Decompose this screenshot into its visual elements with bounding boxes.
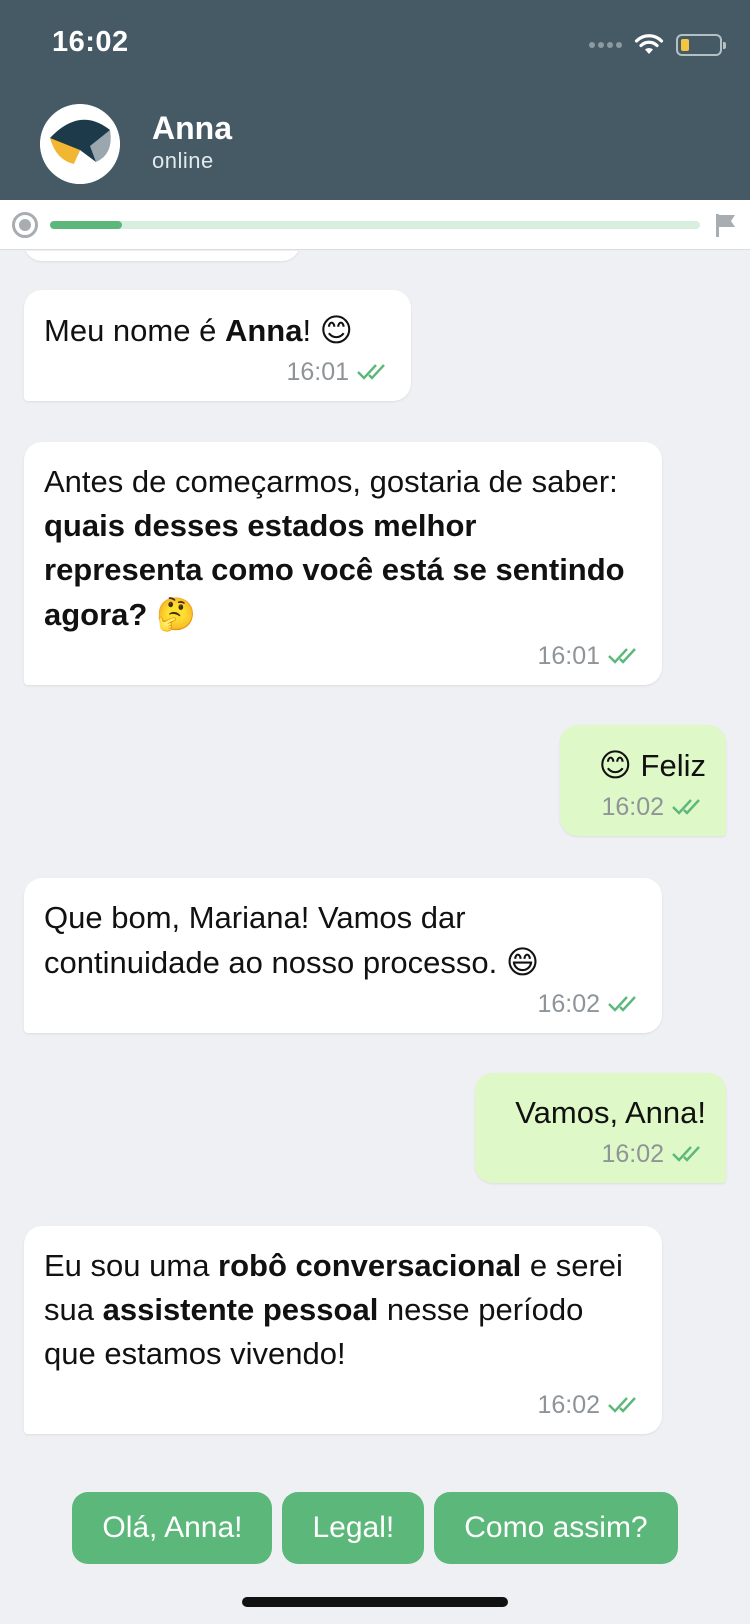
wifi-icon [634, 34, 664, 54]
smile-emoji-icon: 😊 [598, 746, 632, 784]
contact-name: Anna [152, 110, 232, 146]
read-ticks-icon [608, 996, 636, 1012]
smile-emoji-icon: 😊 [319, 311, 354, 349]
read-ticks-icon [672, 799, 700, 815]
bot-message: Que bom, Mariana! Vamos dar continuidade… [24, 878, 662, 1033]
message-time: 16:02 [537, 1391, 600, 1419]
message-list[interactable]: Meu nome é Anna! 😊 16:01 Antes de começa… [0, 251, 750, 1481]
flag-icon [716, 214, 735, 237]
avatar-logo-icon [40, 104, 120, 184]
quick-replies: Olá, Anna! Legal! Como assim? [0, 1492, 750, 1564]
progress-track [50, 221, 700, 229]
previous-message-fragment [24, 251, 300, 261]
bot-message: Eu sou uma robô conversacional e serei s… [24, 1226, 662, 1434]
message-time: 16:02 [601, 793, 664, 821]
user-message: Vamos, Anna! 16:02 [475, 1073, 726, 1183]
avatar[interactable] [40, 104, 120, 184]
user-message: 😊 Feliz 16:02 [560, 725, 726, 836]
quick-reply-legal[interactable]: Legal! [282, 1492, 425, 1564]
quick-reply-ola-anna[interactable]: Olá, Anna! [72, 1492, 273, 1564]
read-ticks-icon [672, 1146, 700, 1162]
bot-message: Meu nome é Anna! 😊 16:01 [24, 290, 411, 401]
chat-header: 16:02 Anna online [0, 0, 750, 200]
read-ticks-icon [608, 648, 636, 664]
battery-icon [676, 34, 726, 56]
quick-reply-como-assim[interactable]: Como assim? [434, 1492, 678, 1564]
conversation-progress [0, 200, 750, 250]
home-indicator[interactable] [242, 1597, 508, 1607]
message-time: 16:02 [537, 990, 600, 1018]
read-ticks-icon [357, 364, 385, 380]
status-icons [589, 30, 726, 60]
progress-start-icon [12, 212, 38, 238]
bot-message: Antes de começarmos, gostaria de saber: … [24, 442, 662, 685]
message-time: 16:01 [537, 642, 600, 670]
message-time: 16:02 [601, 1140, 664, 1168]
message-time: 16:01 [286, 358, 349, 386]
thinking-emoji-icon: 🤔 [155, 595, 196, 633]
read-ticks-icon [608, 1397, 636, 1413]
contact-status: online [152, 148, 214, 173]
signal-icon [589, 42, 622, 48]
progress-fill [50, 221, 122, 229]
grin-emoji-icon: 😄 [505, 943, 540, 981]
status-time: 16:02 [52, 26, 129, 58]
